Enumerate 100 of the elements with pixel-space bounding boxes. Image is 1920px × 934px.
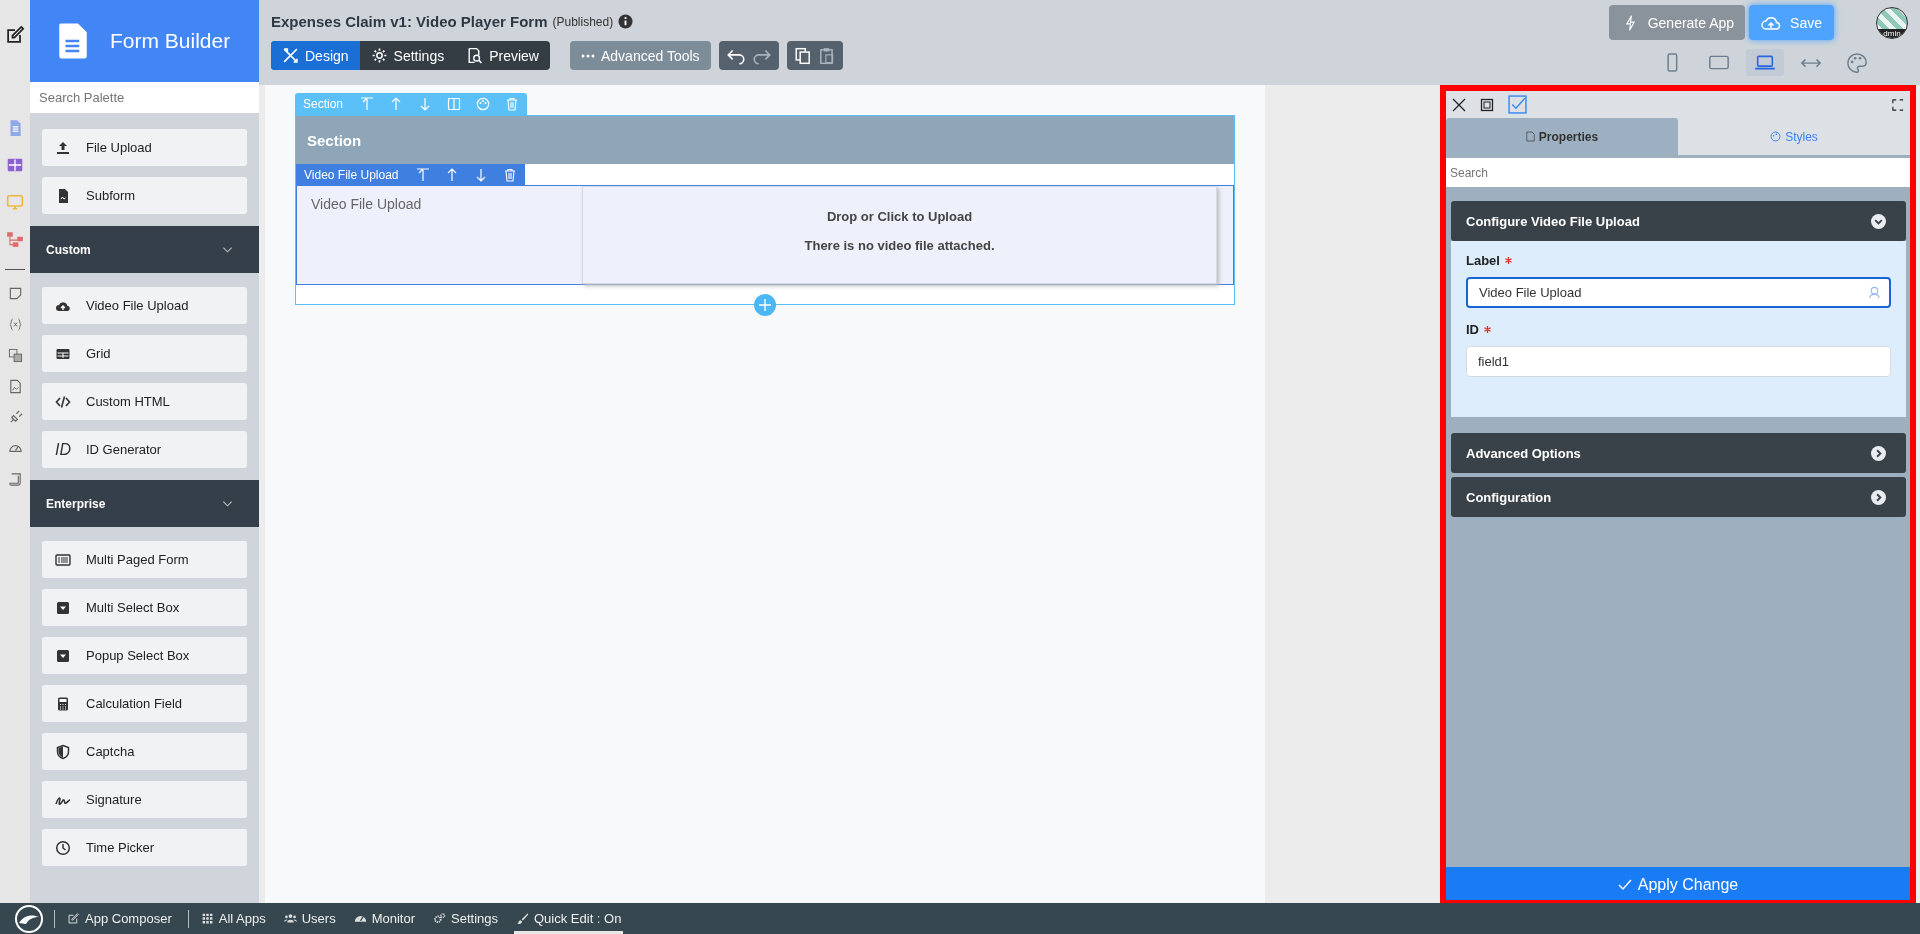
trash-icon[interactable] [505,97,520,111]
palette-item[interactable]: Video File Upload [42,287,247,324]
move-up-icon[interactable] [360,97,375,111]
users-icon [283,912,297,925]
image-file-icon[interactable] [7,379,23,394]
apps-icon [200,912,214,925]
text-field[interactable]: Video File Upload [1466,277,1891,308]
palette-category[interactable]: Enterprise [30,480,259,527]
brush-icon [516,912,529,925]
accordion-header[interactable]: Advanced Options [1451,433,1906,473]
logo-icon[interactable] [14,903,44,934]
list-icon [55,551,71,568]
paste-icon[interactable] [817,46,836,65]
document-search-icon [466,47,484,64]
search-field[interactable]: Search [1446,158,1910,187]
move-up-icon[interactable] [415,167,430,182]
edit-icon[interactable] [5,25,25,45]
trash-icon[interactable] [502,167,517,182]
shield-icon [55,743,71,760]
palette-item[interactable]: Grid [42,335,247,372]
item-label: Signature [86,792,142,807]
flow-icon[interactable] [6,230,24,248]
checkbox-icon[interactable] [1508,95,1527,114]
item-label: Subform [86,188,136,203]
settings-icon [370,47,388,64]
bottom-bar-item[interactable]: All Apps [198,903,268,934]
palette-icon[interactable] [476,97,491,111]
chevron-icon [1871,489,1886,505]
palette-item[interactable]: Subform [42,177,247,214]
add-icon[interactable] [754,294,776,316]
palette-icon [1846,52,1868,73]
form-field[interactable]: Video File Upload Drop or Click to Upload There is no video file attached. [296,185,1234,285]
scroll-icon[interactable] [7,472,23,487]
item-label: Popup Select Box [86,648,190,663]
document-icon [1525,131,1535,142]
note-icon[interactable] [7,286,23,301]
gears-icon [433,912,446,925]
device-toggle[interactable] [1746,49,1784,76]
item-label: Time Picker [86,840,155,855]
toolbar-label: Video File Upload [304,167,399,182]
dropdown-icon [55,599,71,616]
palette-item[interactable]: Calculation Field [42,685,247,722]
panel-tab[interactable]: Properties [1446,118,1678,155]
code-icon [55,393,71,410]
item-label: Multi Select Box [86,600,180,615]
mode-tab[interactable]: Settings [359,41,456,70]
form-section[interactable]: Section Video File Upload Video File Upload Drop or Click to Upload There is no video file attached. [295,115,1235,305]
fullscreen-icon[interactable] [1892,97,1904,112]
palette-icon [1770,131,1782,142]
palette-item[interactable]: Captcha [42,733,247,770]
search-field[interactable]: Search Palette [30,82,259,113]
translate-icon[interactable] [7,348,23,363]
palette-item[interactable]: Time Picker [42,829,247,866]
palette-category[interactable]: Custom [30,226,259,273]
dropdown-icon [55,647,71,664]
palette-item[interactable]: Custom HTML [42,383,247,420]
bottom-bar-item[interactable]: App Composer [65,903,174,934]
variable-icon[interactable] [7,317,23,332]
calculator-icon [55,695,71,712]
edit-icon [67,912,80,925]
palette-item[interactable]: Multi Paged Form [42,541,247,578]
field-label: Label [1466,253,1500,268]
item-label: Captcha [86,744,135,759]
palette-item[interactable]: Signature [42,781,247,818]
info-icon[interactable] [618,14,634,29]
panel-icon[interactable] [1480,97,1494,112]
copy-icon[interactable] [793,46,812,65]
palette-item[interactable]: Popup Select Box [42,637,247,674]
item-label: File Upload [86,140,152,155]
mode-tab[interactable]: Design [271,41,360,70]
close-icon[interactable] [1452,97,1466,112]
item-label: Grid [86,346,111,361]
accordion-header[interactable]: Configuration [1451,477,1906,517]
item-label: Video File Upload [86,298,189,313]
lightning-icon [1624,13,1636,32]
palette-item[interactable]: ID ID Generator [42,431,247,468]
apply-change-button[interactable]: Apply Change [1446,867,1910,903]
mode-tab[interactable]: Preview [455,41,550,70]
palette-item[interactable]: Multi Select Box [42,589,247,626]
chevron-icon [1871,445,1886,461]
person-icon [1868,286,1881,299]
document-icon [58,22,88,60]
more-icon [581,53,595,58]
chevron-icon [1871,213,1886,229]
form-title: Expenses Claim v1: Video Player Form [271,13,548,30]
table-icon[interactable] [6,156,24,174]
item-label: Calculation Field [86,696,183,711]
user-avatar[interactable]: dmin [1876,6,1908,39]
palette-item[interactable]: File Upload [42,129,247,166]
drop-text: Drop or Click to Upload [826,209,973,224]
accordion-header[interactable]: Configure Video File Upload [1451,201,1906,241]
bottom-bar-item[interactable]: Users [281,903,338,934]
columns-icon[interactable] [447,97,462,111]
item-label: Custom HTML [86,394,170,409]
id-icon: ID [55,440,71,459]
tools-icon [282,47,299,64]
bottom-bar-item[interactable]: Settings [431,903,500,934]
bottom-bar-item[interactable]: Monitor [351,903,417,934]
text-field[interactable]: field1 [1466,346,1891,377]
drop-zone[interactable]: Drop or Click to Upload There is no video file attached. [582,186,1217,284]
